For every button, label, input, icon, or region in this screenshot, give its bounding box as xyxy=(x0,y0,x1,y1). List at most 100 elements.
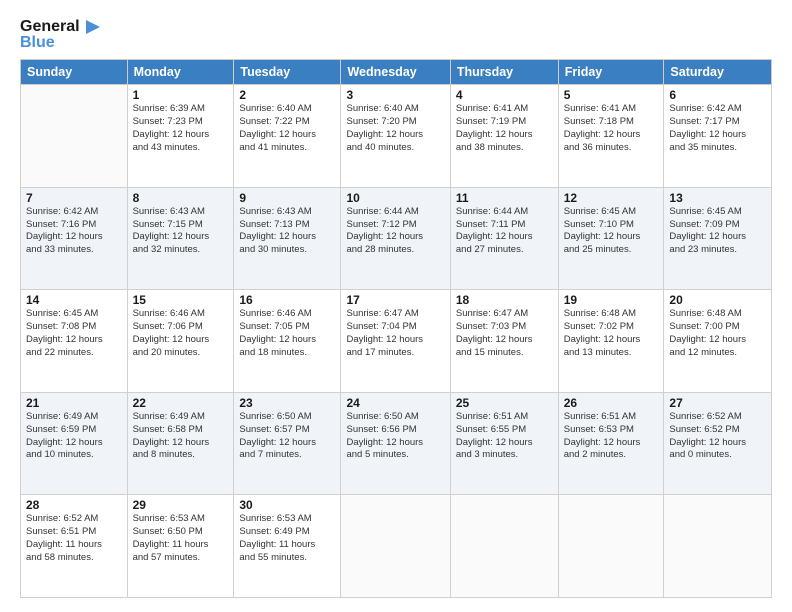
day-info: Sunrise: 6:40 AM Sunset: 7:22 PM Dayligh… xyxy=(239,103,335,154)
day-cell: 24Sunrise: 6:50 AM Sunset: 6:56 PM Dayli… xyxy=(341,392,450,495)
col-header-friday: Friday xyxy=(558,60,664,85)
day-cell: 17Sunrise: 6:47 AM Sunset: 7:04 PM Dayli… xyxy=(341,290,450,393)
day-number: 1 xyxy=(133,88,229,102)
logo-arrow-icon xyxy=(82,20,100,34)
day-number: 12 xyxy=(564,191,659,205)
day-number: 14 xyxy=(26,293,122,307)
day-cell: 13Sunrise: 6:45 AM Sunset: 7:09 PM Dayli… xyxy=(664,187,772,290)
day-cell: 25Sunrise: 6:51 AM Sunset: 6:55 PM Dayli… xyxy=(450,392,558,495)
col-header-thursday: Thursday xyxy=(450,60,558,85)
day-info: Sunrise: 6:45 AM Sunset: 7:09 PM Dayligh… xyxy=(669,206,766,257)
day-number: 26 xyxy=(564,396,659,410)
day-number: 16 xyxy=(239,293,335,307)
day-number: 6 xyxy=(669,88,766,102)
day-number: 15 xyxy=(133,293,229,307)
day-number: 9 xyxy=(239,191,335,205)
day-info: Sunrise: 6:50 AM Sunset: 6:57 PM Dayligh… xyxy=(239,411,335,462)
day-number: 3 xyxy=(346,88,444,102)
day-cell xyxy=(664,495,772,598)
day-cell: 29Sunrise: 6:53 AM Sunset: 6:50 PM Dayli… xyxy=(127,495,234,598)
day-cell: 4Sunrise: 6:41 AM Sunset: 7:19 PM Daylig… xyxy=(450,85,558,188)
day-number: 20 xyxy=(669,293,766,307)
day-info: Sunrise: 6:49 AM Sunset: 6:58 PM Dayligh… xyxy=(133,411,229,462)
week-row-4: 28Sunrise: 6:52 AM Sunset: 6:51 PM Dayli… xyxy=(21,495,772,598)
day-cell: 23Sunrise: 6:50 AM Sunset: 6:57 PM Dayli… xyxy=(234,392,341,495)
header: General Blue xyxy=(20,18,772,51)
day-info: Sunrise: 6:44 AM Sunset: 7:11 PM Dayligh… xyxy=(456,206,553,257)
day-cell xyxy=(21,85,128,188)
day-cell: 5Sunrise: 6:41 AM Sunset: 7:18 PM Daylig… xyxy=(558,85,664,188)
day-number: 25 xyxy=(456,396,553,410)
day-cell: 19Sunrise: 6:48 AM Sunset: 7:02 PM Dayli… xyxy=(558,290,664,393)
day-cell: 12Sunrise: 6:45 AM Sunset: 7:10 PM Dayli… xyxy=(558,187,664,290)
col-header-wednesday: Wednesday xyxy=(341,60,450,85)
day-info: Sunrise: 6:46 AM Sunset: 7:05 PM Dayligh… xyxy=(239,308,335,359)
day-number: 27 xyxy=(669,396,766,410)
day-info: Sunrise: 6:47 AM Sunset: 7:04 PM Dayligh… xyxy=(346,308,444,359)
day-info: Sunrise: 6:41 AM Sunset: 7:18 PM Dayligh… xyxy=(564,103,659,154)
day-number: 10 xyxy=(346,191,444,205)
day-cell: 18Sunrise: 6:47 AM Sunset: 7:03 PM Dayli… xyxy=(450,290,558,393)
day-cell: 10Sunrise: 6:44 AM Sunset: 7:12 PM Dayli… xyxy=(341,187,450,290)
day-info: Sunrise: 6:44 AM Sunset: 7:12 PM Dayligh… xyxy=(346,206,444,257)
week-row-1: 7Sunrise: 6:42 AM Sunset: 7:16 PM Daylig… xyxy=(21,187,772,290)
day-info: Sunrise: 6:52 AM Sunset: 6:52 PM Dayligh… xyxy=(669,411,766,462)
day-cell: 30Sunrise: 6:53 AM Sunset: 6:49 PM Dayli… xyxy=(234,495,341,598)
week-row-2: 14Sunrise: 6:45 AM Sunset: 7:08 PM Dayli… xyxy=(21,290,772,393)
calendar-page: General Blue SundayMondayTuesdayWednesda… xyxy=(0,0,792,612)
day-cell: 1Sunrise: 6:39 AM Sunset: 7:23 PM Daylig… xyxy=(127,85,234,188)
day-number: 19 xyxy=(564,293,659,307)
day-info: Sunrise: 6:47 AM Sunset: 7:03 PM Dayligh… xyxy=(456,308,553,359)
day-info: Sunrise: 6:43 AM Sunset: 7:15 PM Dayligh… xyxy=(133,206,229,257)
day-cell: 11Sunrise: 6:44 AM Sunset: 7:11 PM Dayli… xyxy=(450,187,558,290)
logo-container: General Blue xyxy=(20,18,100,51)
day-cell: 6Sunrise: 6:42 AM Sunset: 7:17 PM Daylig… xyxy=(664,85,772,188)
day-cell: 14Sunrise: 6:45 AM Sunset: 7:08 PM Dayli… xyxy=(21,290,128,393)
day-cell: 26Sunrise: 6:51 AM Sunset: 6:53 PM Dayli… xyxy=(558,392,664,495)
day-info: Sunrise: 6:51 AM Sunset: 6:55 PM Dayligh… xyxy=(456,411,553,462)
logo: General Blue xyxy=(20,18,100,51)
day-info: Sunrise: 6:50 AM Sunset: 6:56 PM Dayligh… xyxy=(346,411,444,462)
day-info: Sunrise: 6:42 AM Sunset: 7:17 PM Dayligh… xyxy=(669,103,766,154)
day-info: Sunrise: 6:53 AM Sunset: 6:49 PM Dayligh… xyxy=(239,513,335,564)
day-number: 17 xyxy=(346,293,444,307)
day-number: 5 xyxy=(564,88,659,102)
day-number: 13 xyxy=(669,191,766,205)
day-cell: 8Sunrise: 6:43 AM Sunset: 7:15 PM Daylig… xyxy=(127,187,234,290)
day-number: 7 xyxy=(26,191,122,205)
day-info: Sunrise: 6:46 AM Sunset: 7:06 PM Dayligh… xyxy=(133,308,229,359)
calendar-table: SundayMondayTuesdayWednesdayThursdayFrid… xyxy=(20,59,772,598)
day-number: 18 xyxy=(456,293,553,307)
header-row: SundayMondayTuesdayWednesdayThursdayFrid… xyxy=(21,60,772,85)
day-number: 22 xyxy=(133,396,229,410)
day-number: 2 xyxy=(239,88,335,102)
day-cell: 7Sunrise: 6:42 AM Sunset: 7:16 PM Daylig… xyxy=(21,187,128,290)
col-header-sunday: Sunday xyxy=(21,60,128,85)
day-cell: 27Sunrise: 6:52 AM Sunset: 6:52 PM Dayli… xyxy=(664,392,772,495)
day-cell: 9Sunrise: 6:43 AM Sunset: 7:13 PM Daylig… xyxy=(234,187,341,290)
day-cell: 3Sunrise: 6:40 AM Sunset: 7:20 PM Daylig… xyxy=(341,85,450,188)
day-number: 4 xyxy=(456,88,553,102)
day-number: 11 xyxy=(456,191,553,205)
day-info: Sunrise: 6:51 AM Sunset: 6:53 PM Dayligh… xyxy=(564,411,659,462)
col-header-tuesday: Tuesday xyxy=(234,60,341,85)
col-header-saturday: Saturday xyxy=(664,60,772,85)
day-info: Sunrise: 6:43 AM Sunset: 7:13 PM Dayligh… xyxy=(239,206,335,257)
day-cell: 20Sunrise: 6:48 AM Sunset: 7:00 PM Dayli… xyxy=(664,290,772,393)
week-row-0: 1Sunrise: 6:39 AM Sunset: 7:23 PM Daylig… xyxy=(21,85,772,188)
day-number: 23 xyxy=(239,396,335,410)
day-number: 30 xyxy=(239,498,335,512)
day-cell: 22Sunrise: 6:49 AM Sunset: 6:58 PM Dayli… xyxy=(127,392,234,495)
day-cell xyxy=(341,495,450,598)
day-info: Sunrise: 6:39 AM Sunset: 7:23 PM Dayligh… xyxy=(133,103,229,154)
day-info: Sunrise: 6:41 AM Sunset: 7:19 PM Dayligh… xyxy=(456,103,553,154)
day-info: Sunrise: 6:48 AM Sunset: 7:00 PM Dayligh… xyxy=(669,308,766,359)
day-info: Sunrise: 6:52 AM Sunset: 6:51 PM Dayligh… xyxy=(26,513,122,564)
day-number: 28 xyxy=(26,498,122,512)
day-cell: 2Sunrise: 6:40 AM Sunset: 7:22 PM Daylig… xyxy=(234,85,341,188)
day-cell xyxy=(450,495,558,598)
day-cell xyxy=(558,495,664,598)
col-header-monday: Monday xyxy=(127,60,234,85)
day-info: Sunrise: 6:45 AM Sunset: 7:08 PM Dayligh… xyxy=(26,308,122,359)
day-info: Sunrise: 6:53 AM Sunset: 6:50 PM Dayligh… xyxy=(133,513,229,564)
